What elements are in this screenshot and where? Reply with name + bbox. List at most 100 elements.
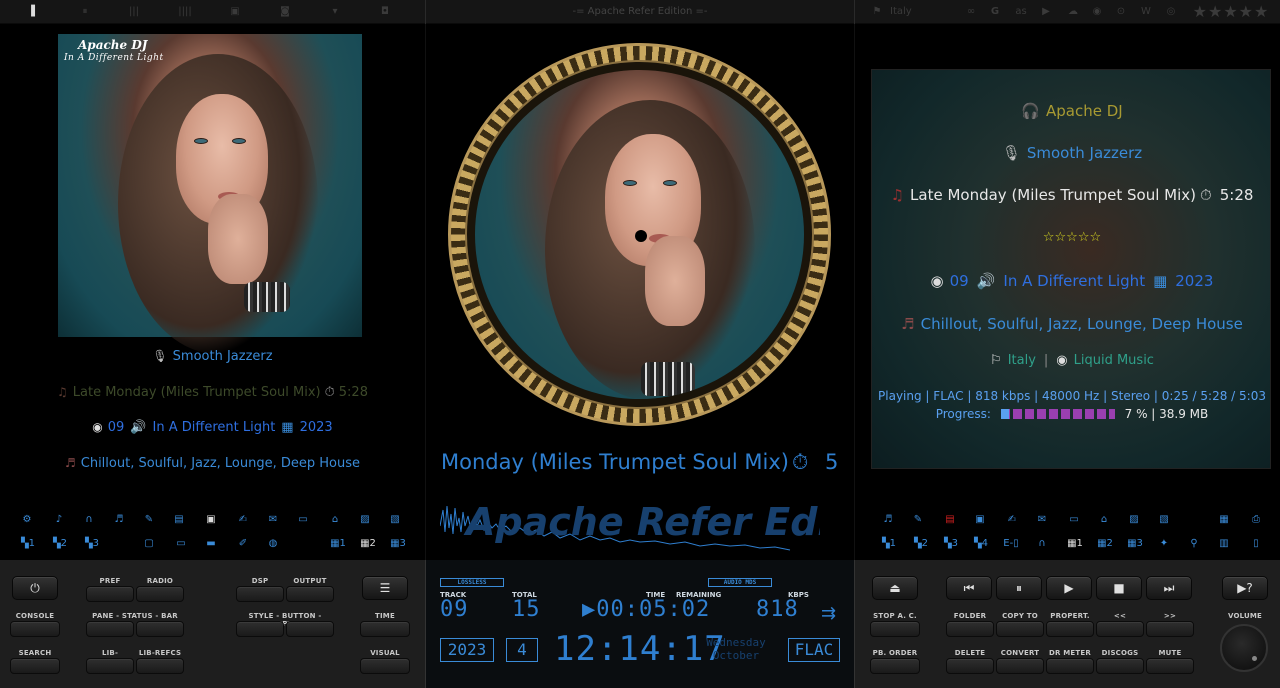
folder-icon[interactable]: ▢ [142,537,156,551]
lib-search-button[interactable] [86,658,134,674]
previous-button[interactable]: ⏮ [946,576,992,600]
dsp-button[interactable] [236,586,284,602]
style-button[interactable] [236,621,284,637]
propert-button[interactable] [1046,621,1094,637]
layout-1-icon[interactable]: ▌ [30,6,40,18]
pen-icon[interactable]: ✎ [911,513,925,527]
power-button[interactable]: ⏻ [12,576,58,600]
view-2-icon[interactable]: ▚2 [911,537,931,551]
nav-down-icon[interactable]: ▾ [328,6,342,18]
menu-button[interactable]: ☰ [362,576,408,600]
status-bar-button[interactable] [136,621,184,637]
seek-forward-button[interactable] [1146,621,1194,637]
view-3-icon[interactable]: ▚3 [941,537,961,551]
output-button[interactable] [286,586,334,602]
mute-button[interactable] [1146,658,1194,674]
view-4-icon[interactable]: ▚4 [971,537,991,551]
eject-button[interactable]: ⏏ [872,576,918,600]
file-icon[interactable]: ▤ [172,513,186,527]
mail-icon[interactable]: ✉ [266,513,280,527]
print-icon[interactable]: ⎙ [1249,513,1263,527]
notes-icon[interactable]: ♬ [881,513,895,527]
pane-button[interactable] [86,621,134,637]
bucket-icon[interactable]: ⌂ [1097,513,1111,527]
layout-b-icon[interactable]: ▦2 [1095,537,1115,551]
soundcloud-icon[interactable]: ☁ [1064,6,1082,18]
laptop-icon[interactable]: ▭ [174,537,188,551]
gallery-icon[interactable]: ▧ [1157,513,1171,527]
mail-icon[interactable]: ✉ [1035,513,1049,527]
discogs-button[interactable] [1096,658,1144,674]
view-2-icon[interactable]: ▚2 [50,537,70,551]
nav-square-icon[interactable]: ◘ [378,6,392,18]
panel-icon[interactable]: ▣ [204,513,218,527]
gallery-icon[interactable]: ▧ [388,513,402,527]
copy-to-button[interactable] [996,621,1044,637]
search-icon[interactable]: ⚲ [1187,537,1201,551]
repeat-arrows-icon[interactable]: ⇉ [821,603,836,624]
pin-icon[interactable]: ✦ [1157,537,1171,551]
link-icon[interactable]: ∞ [964,6,978,18]
random-button[interactable]: ▶? [1222,576,1268,600]
layout-a-icon[interactable]: ▦1 [328,537,348,551]
discogs-icon[interactable]: ⊙ [1114,6,1128,18]
image-icon[interactable]: ▨ [358,513,372,527]
folder-button[interactable] [946,621,994,637]
headphones-icon[interactable]: ∩ [82,513,96,527]
visual-button[interactable] [360,658,410,674]
layout-b-icon[interactable]: ▦2 [358,537,378,551]
layout-4-icon[interactable]: |||| [176,6,194,18]
spotify-icon[interactable]: ◉ [1090,6,1104,18]
settings-icon[interactable]: ⚙ [20,513,34,527]
image-icon[interactable]: ▨ [1127,513,1141,527]
card-icon[interactable]: ▬ [204,537,218,551]
guitar-icon[interactable]: ♪ [52,513,66,527]
depth-button[interactable] [286,621,334,637]
nav-center-icon[interactable]: ◙ [278,6,292,18]
youtube-icon[interactable]: ▶ [1038,6,1054,18]
view-1-icon[interactable]: ▚1 [879,537,899,551]
convert-button[interactable] [996,658,1044,674]
notes-icon[interactable]: ♬ [112,513,126,527]
layout-c-icon[interactable]: ▦3 [1125,537,1145,551]
trash-icon[interactable]: ▥ [1217,537,1231,551]
layout-a-icon[interactable]: ▦1 [1065,537,1085,551]
brush-icon[interactable]: ✐ [236,537,250,551]
box-icon[interactable]: ▭ [1067,513,1081,527]
view-e-icon[interactable]: E-▯ [1001,537,1021,551]
pb-order-button[interactable] [870,658,920,674]
layout-3-icon[interactable]: ||| [126,6,142,18]
google-icon[interactable]: G [988,6,1002,18]
view-3-icon[interactable]: ▚3 [82,537,102,551]
stop-ac-button[interactable] [870,621,920,637]
right-rating[interactable]: ☆☆☆☆☆ [872,230,1272,245]
panel-icon[interactable]: ▣ [973,513,987,527]
film-icon[interactable]: ▦ [1217,513,1231,527]
delete-button[interactable] [946,658,994,674]
rating-stars[interactable]: ★★★★★ [1188,4,1274,20]
dr-meter-button[interactable] [1046,658,1094,674]
lib-refcs-button[interactable] [136,658,184,674]
next-button[interactable]: ⏭ [1146,576,1192,600]
bucket-icon[interactable]: ⌂ [328,513,342,527]
edit-icon[interactable]: ✍ [236,513,250,527]
nav-up-icon[interactable]: ▣ [228,6,242,18]
wikipedia-icon[interactable]: W [1138,6,1154,18]
podcast-icon[interactable]: ◎ [1164,6,1178,18]
headphones-icon[interactable]: ∩ [1035,537,1049,551]
globe-icon[interactable]: ◍ [266,537,280,551]
box-icon[interactable]: ▭ [296,513,310,527]
edit-icon[interactable]: ✍ [1005,513,1019,527]
time-button[interactable] [360,621,410,637]
radio-button[interactable] [136,586,184,602]
volume-knob[interactable] [1220,624,1268,672]
battery-icon[interactable]: ▯ [1249,537,1263,551]
progress-bar[interactable] [1000,409,1115,419]
search-button[interactable] [10,658,60,674]
pref-button[interactable] [86,586,134,602]
pen-icon[interactable]: ✎ [142,513,156,527]
view-1-icon[interactable]: ▚1 [18,537,38,551]
layout-2-icon[interactable]: ⏸ [78,6,92,18]
pause-button[interactable]: ⏸ [996,576,1042,600]
layout-c-icon[interactable]: ▦3 [388,537,408,551]
